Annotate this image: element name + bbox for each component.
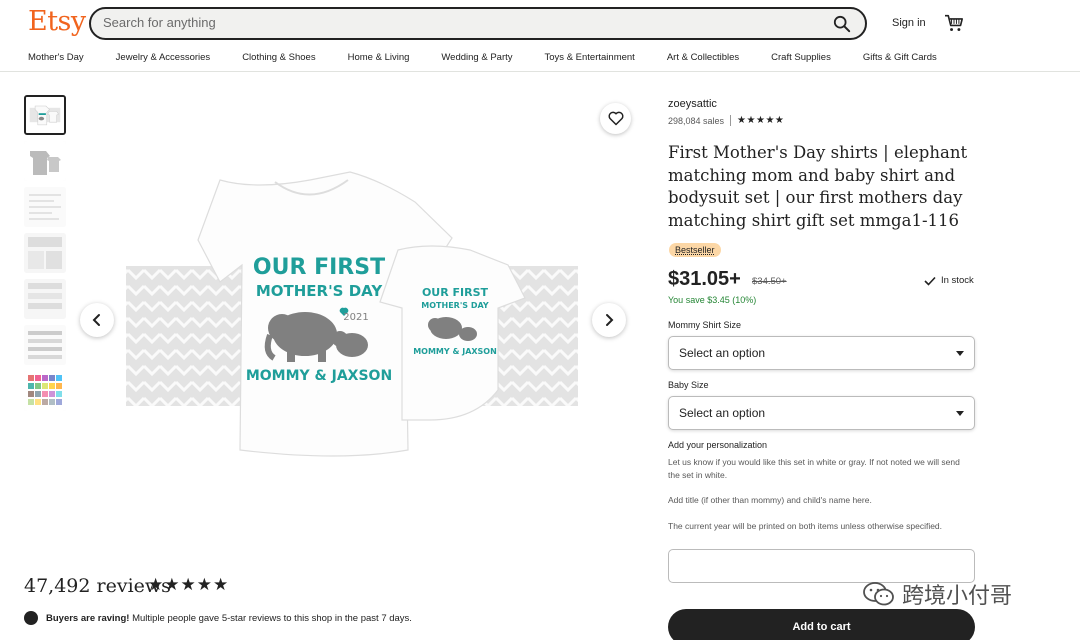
category-nav: Mother's Day Jewelry & Accessories Cloth…	[28, 52, 969, 63]
review-stars: ★★★★★	[148, 575, 230, 594]
add-to-cart-button[interactable]: Add to cart	[668, 609, 975, 640]
shop-sales-row: 298,084 sales ★★★★★	[668, 115, 784, 126]
nav-mothers-day[interactable]: Mother's Day	[28, 52, 84, 63]
product-main-image: OUR FIRST MOTHER'S DAY 2021 MOMMY & JAXS…	[126, 171, 578, 457]
bestseller-badge[interactable]: Bestseller	[669, 243, 721, 257]
thumbnail-2[interactable]	[24, 141, 66, 181]
wechat-icon	[863, 582, 894, 606]
in-stock-label: In stock	[941, 275, 974, 286]
baby-design-line1: OUR FIRST	[422, 286, 489, 299]
nav-jewelry[interactable]: Jewelry & Accessories	[116, 52, 211, 63]
stock-status: In stock	[924, 275, 974, 286]
raving-text: Multiple people gave 5-star reviews to t…	[129, 612, 412, 624]
thumbnail-1[interactable]	[24, 95, 66, 135]
search-bar[interactable]	[89, 7, 867, 40]
next-image-button[interactable]	[592, 303, 626, 337]
baby-design-line2: MOTHER'S DAY	[421, 301, 489, 310]
watermark: 跨境小付哥	[862, 578, 1012, 610]
search-input[interactable]	[103, 15, 803, 30]
nav-craft[interactable]: Craft Supplies	[771, 52, 831, 63]
personalization-help-1: Let us know if you would like this set i…	[668, 457, 960, 480]
favorite-button[interactable]	[600, 103, 631, 134]
shop-stars: ★★★★★	[737, 115, 785, 126]
nav-art[interactable]: Art & Collectibles	[667, 52, 739, 63]
nav-gifts[interactable]: Gifts & Gift Cards	[863, 52, 937, 63]
adult-design-line2: MOTHER'S DAY	[256, 282, 384, 300]
mommy-size-label: Mommy Shirt Size	[668, 320, 742, 330]
chevron-left-icon	[92, 314, 100, 326]
nav-wedding[interactable]: Wedding & Party	[441, 52, 512, 63]
personalization-help-3: The current year will be printed on both…	[668, 521, 943, 531]
caret-down-icon	[956, 410, 964, 416]
personalization-label: Add your personalization	[668, 440, 768, 450]
nav-home-living[interactable]: Home & Living	[348, 52, 410, 63]
sales-count: 298,084 sales	[668, 115, 725, 126]
nav-clothing[interactable]: Clothing & Shoes	[242, 52, 315, 63]
previous-image-button[interactable]	[80, 303, 114, 337]
adult-design-line1: OUR FIRST	[253, 255, 385, 280]
divider	[730, 115, 732, 126]
original-price: $34.50+	[752, 276, 787, 287]
check-icon	[924, 276, 936, 286]
baby-design-names: MOMMY & JAXSON	[413, 347, 497, 356]
caret-down-icon	[956, 350, 964, 356]
watermark-text: 跨境小付哥	[902, 584, 1013, 609]
thumbnail-4[interactable]	[24, 233, 66, 273]
site-header: Etsy Sign in Mother's Day Jewelry & Acce…	[0, 0, 1080, 72]
mommy-size-value: Select an option	[679, 346, 766, 360]
baby-size-value: Select an option	[679, 406, 766, 420]
personalization-help-2: Add title (if other than mommy) and chil…	[668, 495, 872, 505]
image-thumbnails	[24, 95, 68, 417]
buyers-raving-notice: Buyers are raving! Multiple people gave …	[24, 611, 412, 625]
thumbnail-5[interactable]	[24, 279, 66, 319]
cart-icon[interactable]	[944, 14, 964, 32]
nav-toys[interactable]: Toys & Entertainment	[545, 52, 635, 63]
chevron-right-icon	[606, 314, 614, 326]
thumbnail-6[interactable]	[24, 325, 66, 365]
shop-name-link[interactable]: zoeysattic	[668, 98, 717, 110]
mommy-size-select[interactable]: Select an option	[668, 336, 975, 370]
baby-size-select[interactable]: Select an option	[668, 396, 975, 430]
megaphone-icon	[24, 611, 38, 625]
sign-in-link[interactable]: Sign in	[892, 17, 926, 29]
savings-text: You save $3.45 (10%)	[668, 295, 757, 305]
price: $31.05+	[668, 268, 741, 290]
adult-design-names: MOMMY & JAXSON	[246, 368, 392, 384]
heart-icon	[607, 111, 624, 126]
adult-design-year: 2021	[343, 312, 368, 323]
baby-size-label: Baby Size	[668, 380, 709, 390]
listing-title: First Mother's Day shirts | elephant mat…	[668, 143, 968, 230]
search-icon[interactable]	[833, 15, 851, 33]
thumbnail-7[interactable]	[24, 371, 66, 411]
thumbnail-3[interactable]	[24, 187, 66, 227]
etsy-logo[interactable]: Etsy	[28, 6, 86, 37]
raving-bold: Buyers are raving!	[46, 612, 130, 624]
